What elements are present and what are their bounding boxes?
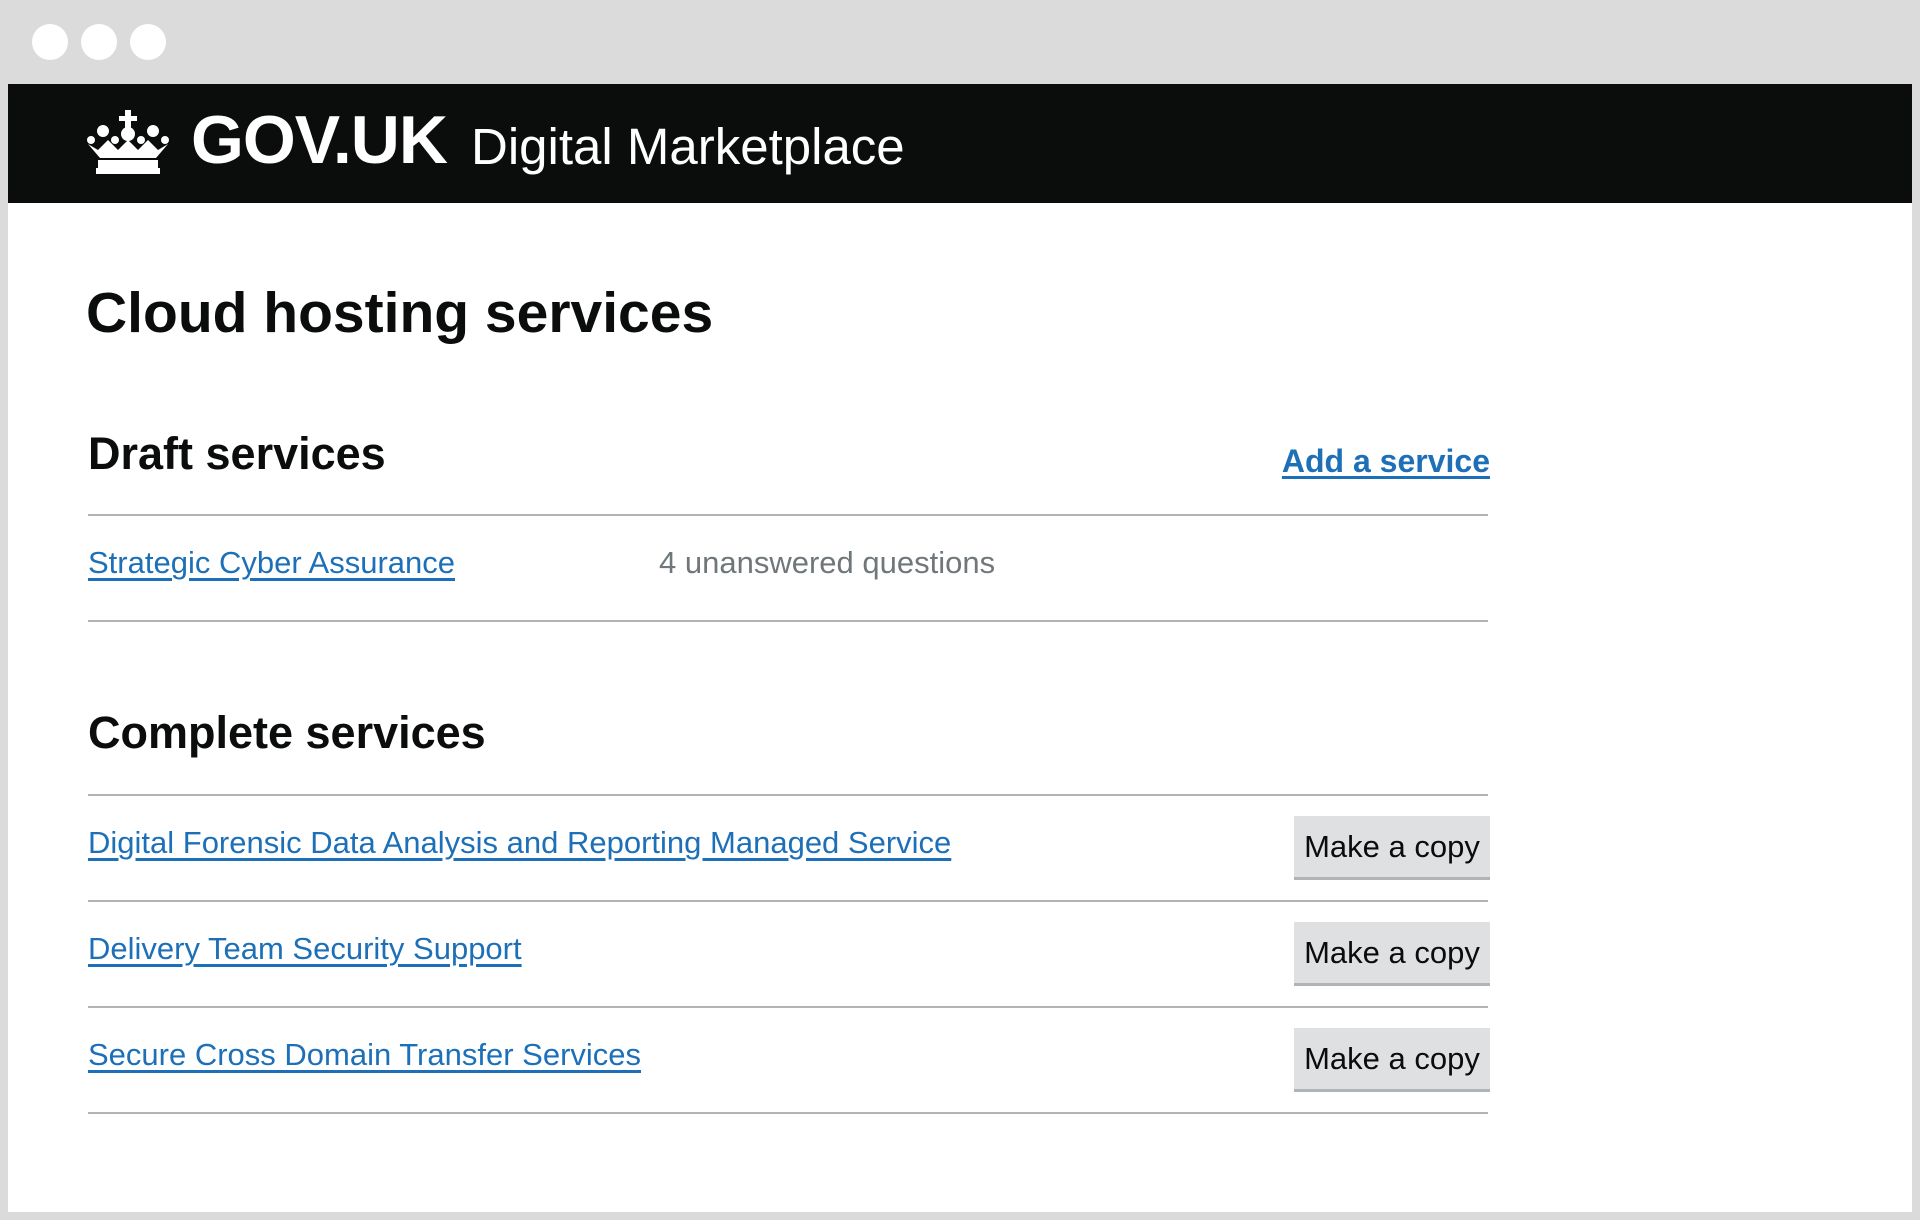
close-window-dot[interactable] — [32, 24, 68, 60]
complete-services-heading: Complete services — [88, 707, 486, 758]
minimize-window-dot[interactable] — [81, 24, 117, 60]
service-name[interactable]: Digital Marketplace — [471, 121, 905, 172]
draft-service-status: 4 unanswered questions — [659, 545, 996, 580]
divider — [88, 1006, 1488, 1008]
draft-services-heading: Draft services — [88, 428, 386, 479]
make-copy-button[interactable]: Make a copy — [1294, 816, 1490, 877]
draft-service-link[interactable]: Strategic Cyber Assurance — [88, 545, 455, 581]
divider — [88, 1112, 1488, 1114]
divider — [88, 514, 1488, 516]
make-copy-button[interactable]: Make a copy — [1294, 922, 1490, 983]
gov-header: GOV.UK Digital Marketplace — [8, 84, 1912, 203]
divider — [88, 620, 1488, 622]
make-copy-button[interactable]: Make a copy — [1294, 1028, 1490, 1089]
maximize-window-dot[interactable] — [130, 24, 166, 60]
browser-window: GOV.UK Digital Marketplace Cloud hosting… — [0, 0, 1920, 1220]
window-controls — [32, 24, 166, 60]
add-service-link[interactable]: Add a service — [1282, 443, 1490, 480]
complete-service-link[interactable]: Secure Cross Domain Transfer Services — [88, 1037, 641, 1073]
gov-uk-logo[interactable]: GOV.UK — [191, 106, 448, 174]
divider — [88, 900, 1488, 902]
page-viewport: GOV.UK Digital Marketplace Cloud hosting… — [8, 84, 1912, 1212]
complete-service-link[interactable]: Digital Forensic Data Analysis and Repor… — [88, 825, 951, 861]
crown-icon — [87, 110, 169, 174]
divider — [88, 794, 1488, 796]
complete-service-link[interactable]: Delivery Team Security Support — [88, 931, 522, 967]
page-title: Cloud hosting services — [86, 281, 714, 345]
